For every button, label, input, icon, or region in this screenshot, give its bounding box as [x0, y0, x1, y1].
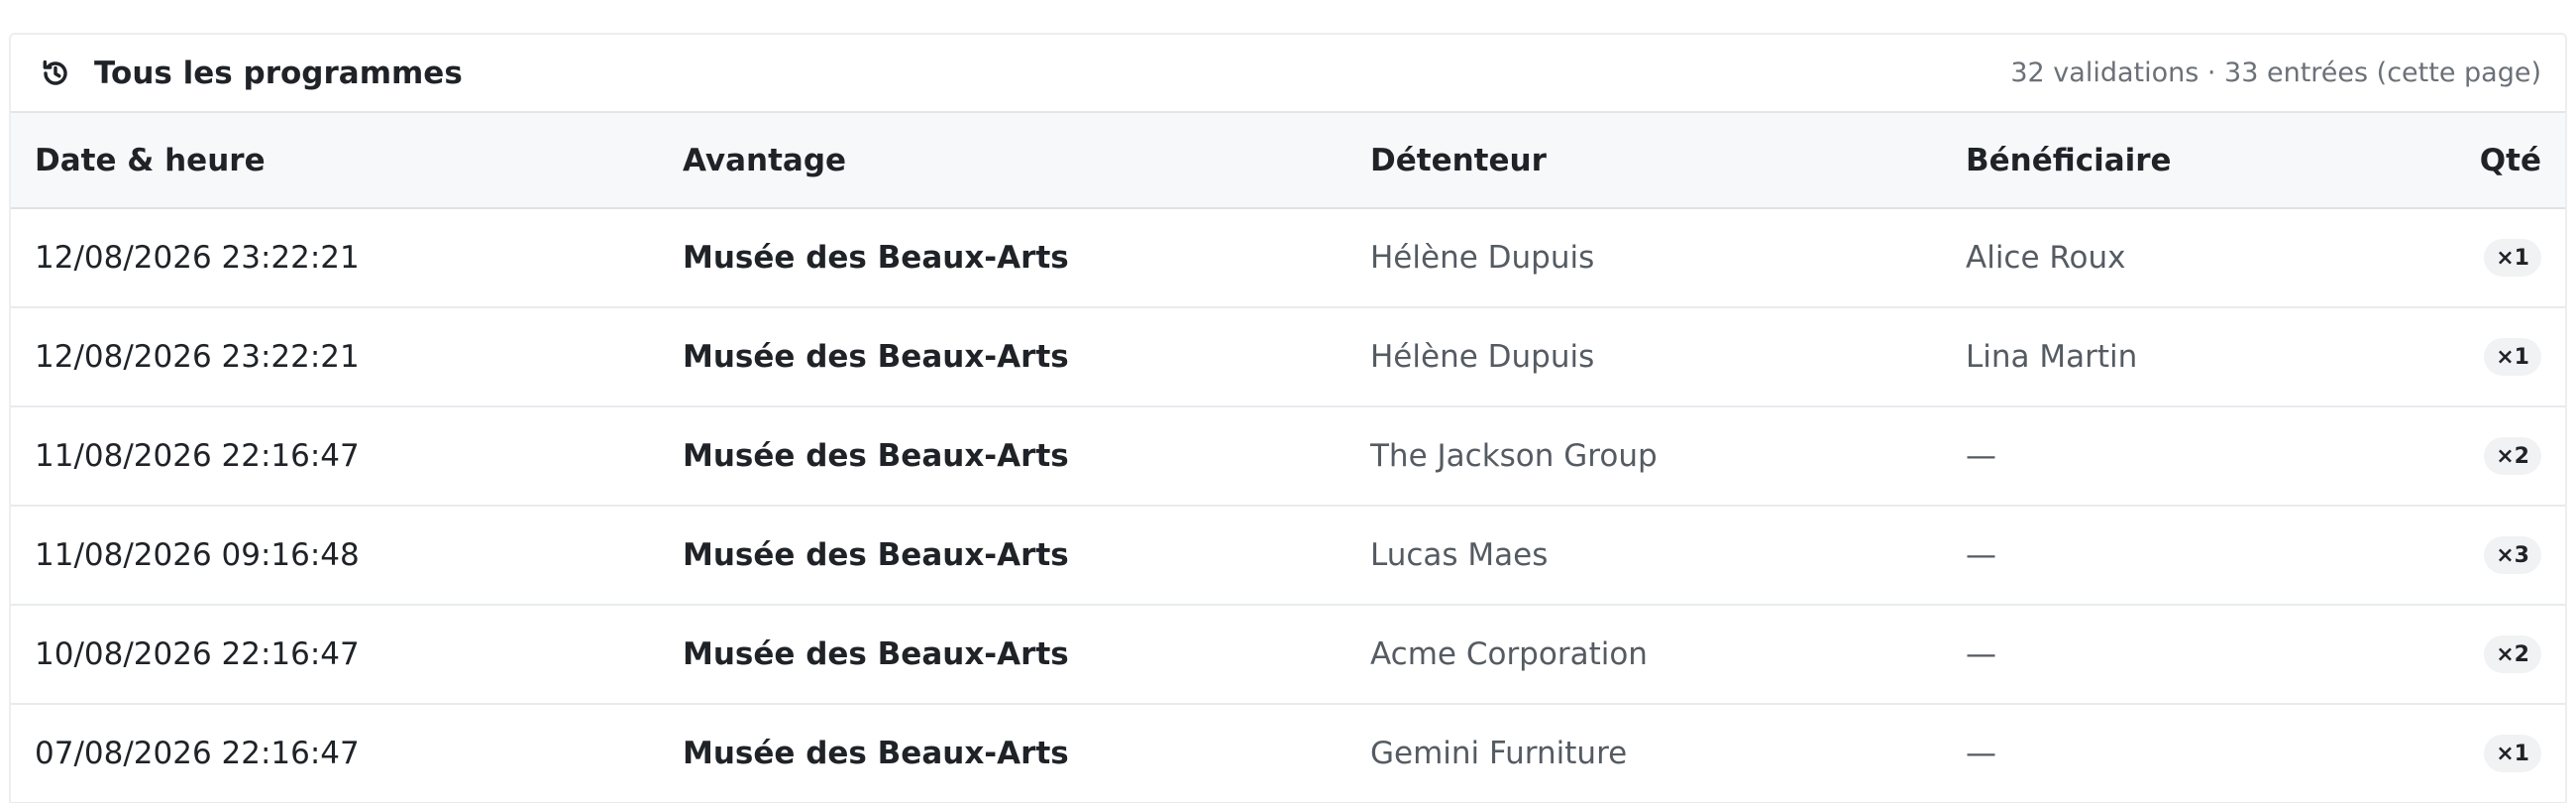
- cell-benefit: Musée des Beaux-Arts: [683, 438, 1069, 474]
- panel-title-group: Tous les programmes: [39, 56, 463, 91]
- cell-benefit: Musée des Beaux-Arts: [683, 537, 1069, 573]
- column-header-qty[interactable]: Qté: [2436, 143, 2565, 178]
- cell-holder: Acme Corporation: [1370, 636, 1648, 672]
- cell-qty: ×2: [2436, 635, 2565, 673]
- qty-badge: ×2: [2484, 437, 2541, 475]
- table-row[interactable]: 11/08/2026 22:16:47 Musée des Beaux-Arts…: [11, 407, 2565, 507]
- column-header-date[interactable]: Date & heure: [11, 143, 659, 178]
- cell-beneficiary: Lina Martin: [1966, 339, 2138, 375]
- column-header-holder[interactable]: Détenteur: [1346, 143, 1942, 178]
- cell-beneficiary: —: [1966, 636, 1996, 672]
- table-row[interactable]: 10/08/2026 22:16:47 Musée des Beaux-Arts…: [11, 606, 2565, 705]
- cell-beneficiary: —: [1966, 537, 1996, 573]
- validation-summary: 32 validations · 33 entrées (cette page): [2010, 57, 2541, 88]
- validations-table: Date & heure Avantage Détenteur Bénéfici…: [11, 113, 2565, 803]
- cell-benefit: Musée des Beaux-Arts: [683, 636, 1069, 672]
- cell-beneficiary: —: [1966, 438, 1996, 474]
- qty-badge: ×1: [2484, 239, 2541, 277]
- cell-holder: The Jackson Group: [1370, 438, 1658, 474]
- cell-holder: Hélène Dupuis: [1370, 240, 1595, 276]
- table-row[interactable]: 12/08/2026 23:22:21 Musée des Beaux-Arts…: [11, 308, 2565, 407]
- cell-date: 07/08/2026 22:16:47: [35, 736, 360, 771]
- table-header-row: Date & heure Avantage Détenteur Bénéfici…: [11, 113, 2565, 209]
- validations-panel: Tous les programmes 32 validations · 33 …: [9, 33, 2567, 803]
- cell-holder: Lucas Maes: [1370, 537, 1549, 573]
- cell-date: 10/08/2026 22:16:47: [35, 636, 360, 672]
- cell-qty: ×1: [2436, 338, 2565, 376]
- cell-date: 11/08/2026 22:16:47: [35, 438, 360, 474]
- qty-badge: ×1: [2484, 735, 2541, 772]
- table-row[interactable]: 11/08/2026 09:16:48 Musée des Beaux-Arts…: [11, 507, 2565, 606]
- cell-date: 12/08/2026 23:22:21: [35, 339, 360, 375]
- column-header-beneficiary[interactable]: Bénéficiaire: [1942, 143, 2436, 178]
- cell-date: 12/08/2026 23:22:21: [35, 240, 360, 276]
- cell-qty: ×3: [2436, 536, 2565, 574]
- qty-badge: ×3: [2484, 536, 2541, 574]
- cell-beneficiary: —: [1966, 736, 1996, 771]
- table-row[interactable]: 12/08/2026 23:22:21 Musée des Beaux-Arts…: [11, 209, 2565, 308]
- cell-date: 11/08/2026 09:16:48: [35, 537, 360, 573]
- cell-qty: ×1: [2436, 239, 2565, 277]
- cell-benefit: Musée des Beaux-Arts: [683, 240, 1069, 276]
- cell-qty: ×1: [2436, 735, 2565, 772]
- cell-holder: Hélène Dupuis: [1370, 339, 1595, 375]
- cell-holder: Gemini Furniture: [1370, 736, 1628, 771]
- table-row[interactable]: 07/08/2026 22:16:47 Musée des Beaux-Arts…: [11, 705, 2565, 803]
- history-icon: [39, 57, 72, 90]
- panel-header: Tous les programmes 32 validations · 33 …: [11, 35, 2565, 113]
- qty-badge: ×2: [2484, 635, 2541, 673]
- cell-benefit: Musée des Beaux-Arts: [683, 339, 1069, 375]
- panel-title: Tous les programmes: [94, 55, 463, 91]
- column-header-benefit[interactable]: Avantage: [659, 143, 1346, 178]
- qty-badge: ×1: [2484, 338, 2541, 376]
- cell-benefit: Musée des Beaux-Arts: [683, 736, 1069, 771]
- cell-qty: ×2: [2436, 437, 2565, 475]
- cell-beneficiary: Alice Roux: [1966, 240, 2126, 276]
